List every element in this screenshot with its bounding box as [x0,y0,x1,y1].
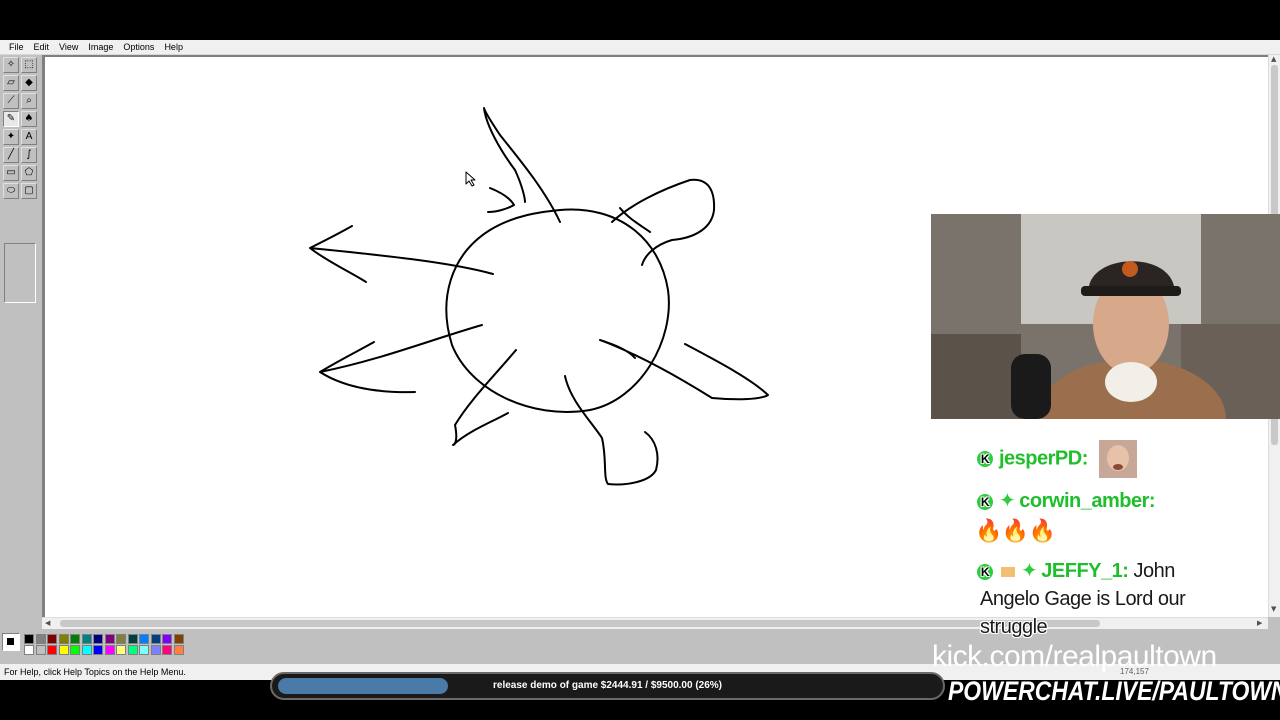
color-swatch[interactable] [127,634,138,644]
airbrush-icon[interactable]: ✦ [3,129,19,145]
brush-icon[interactable]: ♠ [21,111,37,127]
scroll-left-arrow-icon[interactable]: ◀ [45,619,50,627]
color-swatch[interactable] [116,634,126,644]
color-swatch[interactable] [70,634,80,644]
color-swatch[interactable] [81,634,92,644]
chat-message: K ✦ JEFFY_1: John [975,558,1175,583]
chat-message: K ✦ corwin_amber: [975,488,1156,513]
toolbox: ✧ ⬚ ▱ ◆ ⟋ ⌕ ✎ ♠ ✦ A ╱ ∫ ▭ ⬠ ⬭ ▢ [0,55,42,640]
ray-top-tail-stroke [487,187,515,213]
menu-options[interactable]: Options [118,42,159,52]
color-swatch[interactable] [58,645,69,655]
color-swatch[interactable] [162,634,172,644]
scroll-up-arrow-icon[interactable]: ▲ [1271,55,1276,63]
color-swatch[interactable] [116,645,126,655]
kick-badge-icon: K [975,561,995,582]
chat-username: jesperPD: [999,447,1088,470]
status-help-text: For Help, click Help Topics on the Help … [4,667,186,677]
horizontal-scroll-thumb[interactable] [60,620,1100,627]
webcam-overlay [931,214,1280,419]
top-black-bar [0,0,1280,40]
ray-top-right-stroke [611,178,716,266]
polygon-icon[interactable]: ⬠ [21,165,37,181]
menu-file[interactable]: File [4,42,29,52]
donation-goal-bar: release demo of game $2444.91 / $9500.00… [270,672,945,700]
menu-bar: File Edit View Image Options Help [0,40,1280,55]
color-swatch[interactable] [127,645,138,655]
color-swatch[interactable] [150,645,161,655]
chat-username: corwin_amber: [1019,490,1156,512]
text-icon[interactable]: A [21,129,37,145]
chat-message-text: 🔥🔥🔥 [975,518,1056,543]
webcam-image [931,214,1280,419]
kick-url-label: kick.com/realpaultown [932,640,1217,673]
color-swatch[interactable] [93,645,103,655]
ray-right-stroke [599,339,769,401]
ray-lower-left-stroke [319,324,483,394]
sparkle-badge-icon: ✦ [999,490,1016,512]
curve-icon[interactable]: ∫ [21,147,37,163]
chat-message: KjesperPD: [975,440,1139,478]
eraser-icon[interactable]: ▱ [3,75,19,91]
color-picker-icon[interactable]: ⟋ [3,93,19,109]
kick-badge-icon: K [975,449,995,469]
rectangle-icon[interactable]: ▭ [3,165,19,181]
donation-goal-text: release demo of game $2444.91 / $9500.00… [492,680,723,691]
color-swatch[interactable] [104,634,115,644]
sun-body-stroke [445,208,670,413]
color-swatch[interactable] [70,645,80,655]
magnifier-icon[interactable]: ⌕ [21,93,37,109]
foreground-color [6,637,15,646]
ray-top-right-tail-stroke [619,207,651,233]
color-swatch[interactable] [173,634,184,644]
fill-bucket-icon[interactable]: ◆ [21,75,37,91]
chat-message-text: John [1133,560,1175,582]
color-swatch[interactable] [139,645,149,655]
color-swatch[interactable] [24,634,34,644]
ray-bottom-stroke [564,375,659,486]
menu-image[interactable]: Image [83,42,118,52]
color-swatch[interactable] [162,645,172,655]
face-emote-icon [1098,440,1137,478]
menu-help[interactable]: Help [159,42,188,52]
chat-username: JEFFY_1: [1041,560,1129,582]
ray-top-stroke [483,107,561,223]
scroll-right-arrow-icon[interactable]: ▶ [1257,619,1262,627]
color-swatch[interactable] [35,645,46,655]
kick-badge-icon: K [975,491,995,512]
scroll-down-arrow-icon[interactable]: ▼ [1271,605,1276,613]
current-colors[interactable] [2,633,20,651]
menu-edit[interactable]: Edit [29,42,55,52]
tool-options-panel[interactable] [4,243,36,303]
color-swatch[interactable] [139,634,149,644]
powerchat-label: POWERCHAT.LIVE/PAULTOWN [948,676,1280,706]
color-swatch[interactable] [47,634,57,644]
color-swatch[interactable] [58,634,69,644]
ray-left-stroke [309,225,494,283]
ellipse-icon[interactable]: ⬭ [3,183,19,199]
color-swatch[interactable] [47,645,57,655]
sparkle-badge-icon: ✦ [1021,560,1038,582]
color-swatch[interactable] [173,645,184,655]
chat-message-text: Angelo Gage is Lord our [980,588,1186,610]
mouse-cursor-icon [465,171,476,187]
rounded-rect-icon[interactable]: ▢ [21,183,37,199]
color-swatch[interactable] [24,645,34,655]
color-swatch[interactable] [150,634,161,644]
free-select-icon[interactable]: ✧ [3,57,19,73]
pencil-icon[interactable]: ✎ [3,111,19,127]
chat-message-text: struggle [980,616,1048,638]
color-swatch[interactable] [35,634,46,644]
horizontal-scrollbar[interactable]: ◀ ▶ [42,617,1268,629]
sub-badge-icon [999,564,1017,579]
menu-view[interactable]: View [54,42,83,52]
color-swatch[interactable] [93,634,103,644]
line-icon[interactable]: ╱ [3,147,19,163]
rect-select-icon[interactable]: ⬚ [21,57,37,73]
color-swatch[interactable] [81,645,92,655]
color-swatch[interactable] [104,645,115,655]
